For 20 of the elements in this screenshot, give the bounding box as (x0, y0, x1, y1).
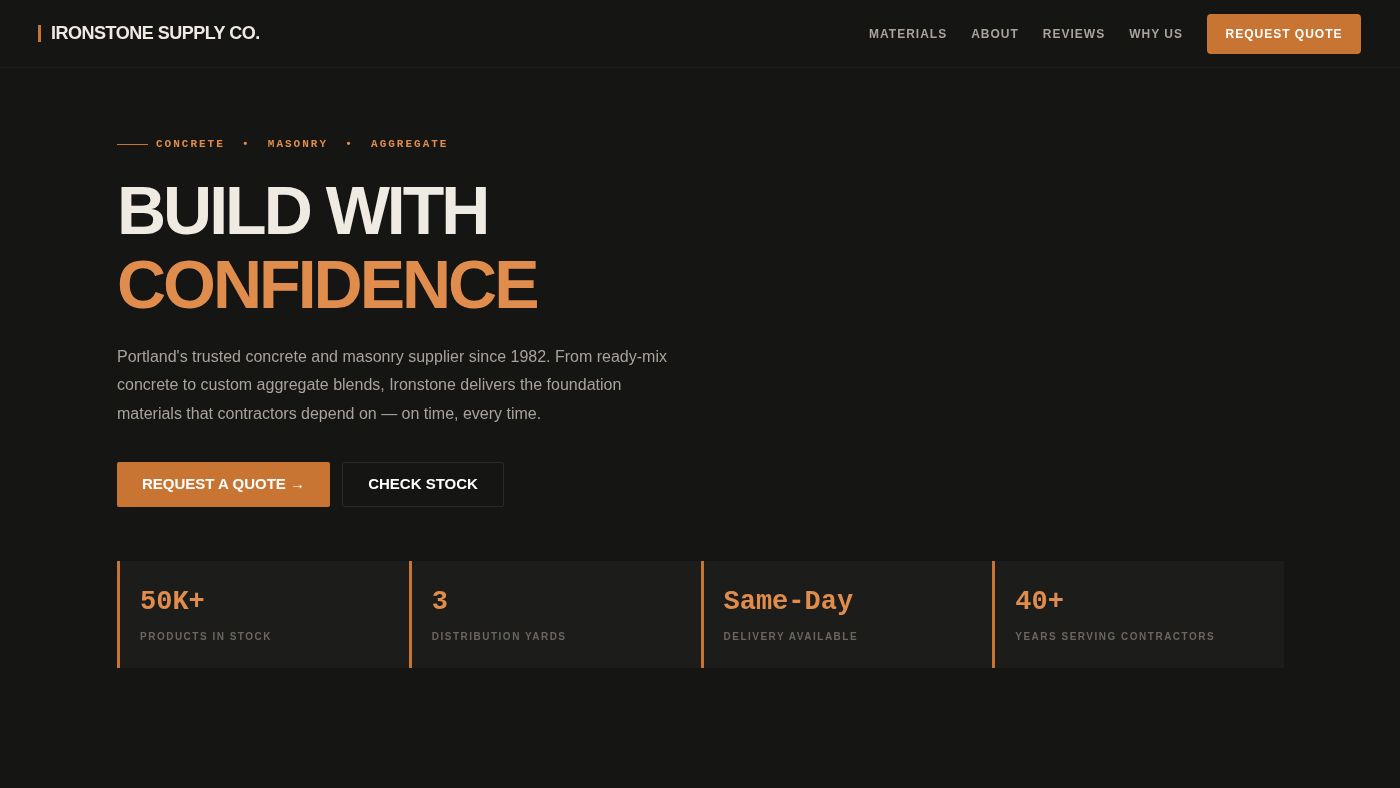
stat-value: Same-Day (723, 587, 854, 617)
nav-link[interactable]: MATERIALS (869, 24, 948, 43)
nav-link[interactable]: WHY US (1129, 24, 1183, 43)
stat-value: 3 (431, 587, 448, 617)
category-tagline: CONCRETE • MASONRY • AGGREGATE (156, 137, 449, 152)
stat-label: DISTRIBUTION YARDS (431, 630, 567, 644)
leader-line (117, 143, 148, 145)
nav-link[interactable]: ABOUT (971, 24, 1019, 43)
stat-label: YEARS SERVING CONTRACTORS (1015, 630, 1216, 644)
nav-link[interactable]: REVIEWS (1042, 24, 1106, 43)
headline: BUILD WITH (117, 172, 488, 247)
stat-value: 50K+ (140, 587, 205, 617)
intro-paragraph: Portland's trusted concrete and masonry supplier since 1982. From ready-mix concrete to custom aggregate blends, Ironstone delivers the foundation materials that contractors depend on — on time, every time. (117, 346, 667, 424)
stat-label: DELIVERY AVAILABLE (723, 630, 859, 644)
check-stock-button[interactable]: CHECK STOCK (342, 462, 504, 507)
brand-accent-bar (38, 25, 41, 42)
headline-highlight: CONFIDENCE (117, 246, 537, 321)
stat-label: PRODUCTS IN STOCK (140, 630, 272, 644)
stat-value: 40+ (1015, 587, 1064, 617)
brand-logo[interactable]: IRONSTONE SUPPLY CO. (51, 20, 260, 47)
